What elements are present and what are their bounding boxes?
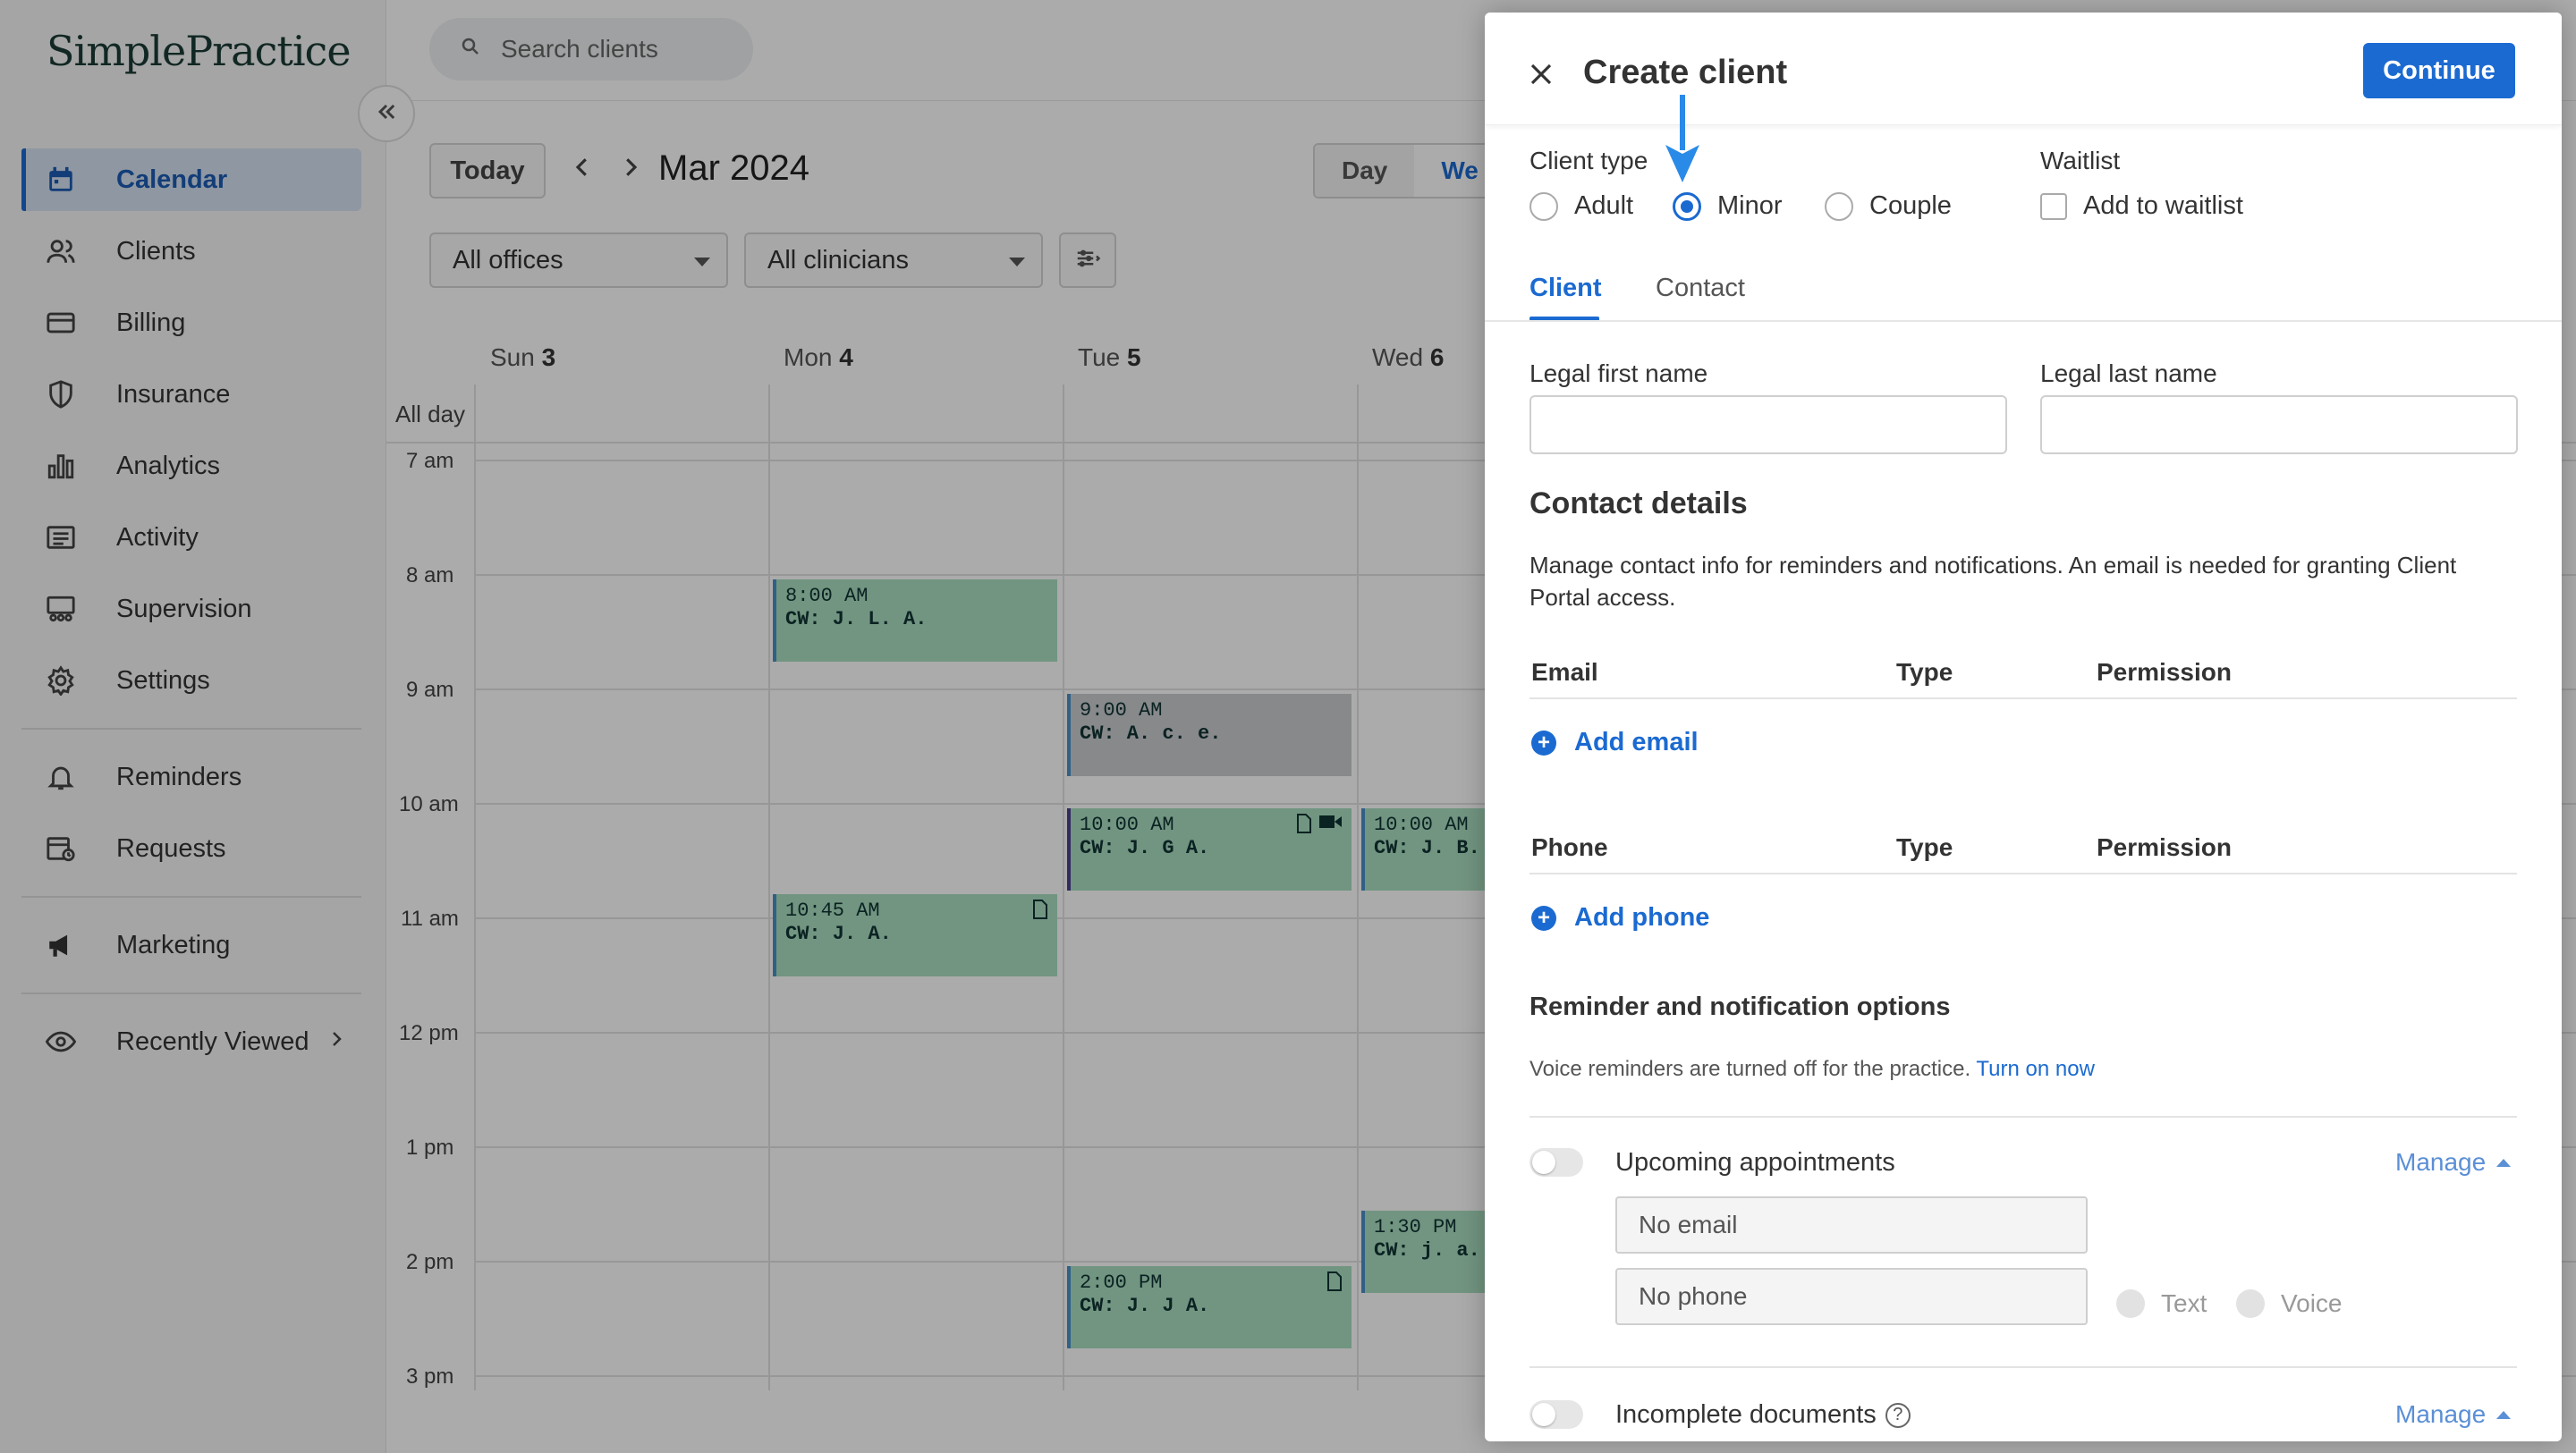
incomplete-documents-label: Incomplete documents bbox=[1615, 1400, 1877, 1429]
type-column-header: Type bbox=[1896, 658, 1953, 686]
radio-label: Couple bbox=[1869, 191, 1952, 220]
reminder-divider bbox=[1530, 1116, 2517, 1118]
tab-contact[interactable]: Contact bbox=[1656, 274, 1745, 303]
legal-last-name-field[interactable] bbox=[2040, 395, 2518, 454]
manage-label: Manage bbox=[2395, 1400, 2487, 1428]
reminder-voice-radio[interactable]: Voice bbox=[2236, 1289, 2343, 1318]
waitlist-label: Waitlist bbox=[2040, 147, 2121, 174]
caret-up-icon bbox=[2496, 1410, 2512, 1419]
turn-on-now-link[interactable]: Turn on now bbox=[1976, 1057, 2095, 1081]
legal-first-name-label: Legal first name bbox=[1530, 359, 1708, 387]
plus-circle-icon: + bbox=[1531, 905, 1556, 931]
radio-label: Text bbox=[2161, 1289, 2207, 1317]
upcoming-appointments-toggle[interactable] bbox=[1530, 1148, 1583, 1177]
radio-off-icon bbox=[1530, 191, 1558, 221]
tab-client[interactable]: Client bbox=[1530, 274, 1602, 303]
add-email-label: Add email bbox=[1574, 728, 1699, 756]
tabs-divider bbox=[1485, 320, 2562, 322]
description-line: Portal access. bbox=[1530, 584, 1676, 611]
manage-label: Manage bbox=[2395, 1148, 2487, 1176]
add-phone-button[interactable]: + Add phone bbox=[1531, 903, 1709, 933]
upcoming-appointments-label: Upcoming appointments bbox=[1615, 1148, 1895, 1177]
permission-column-header: Permission bbox=[2097, 833, 2232, 861]
plus-circle-icon: + bbox=[1531, 730, 1556, 756]
add-email-button[interactable]: + Add email bbox=[1531, 728, 1699, 757]
radio-label: Voice bbox=[2281, 1289, 2343, 1317]
add-to-waitlist-checkbox[interactable]: Add to waitlist bbox=[2040, 191, 2243, 221]
permission-column-header: Permission bbox=[2097, 658, 2232, 686]
legal-last-name-label: Legal last name bbox=[2040, 359, 2217, 387]
phone-header-divider bbox=[1530, 873, 2517, 874]
help-icon[interactable]: ? bbox=[1885, 1402, 1911, 1428]
drawer-header: Create client Continue bbox=[1485, 13, 2562, 125]
radio-disabled-icon bbox=[2236, 1289, 2265, 1318]
radio-label: Minor bbox=[1717, 191, 1783, 220]
description-line: Manage contact info for reminders and no… bbox=[1530, 552, 2457, 579]
caret-up-icon bbox=[2496, 1158, 2512, 1167]
radio-label: Adult bbox=[1574, 191, 1634, 220]
options-divider bbox=[1530, 1366, 2517, 1368]
email-column-header: Email bbox=[1531, 658, 1598, 686]
create-client-drawer: Create client Continue Client type Adult… bbox=[1485, 13, 2562, 1441]
incomplete-documents-toggle[interactable] bbox=[1530, 1400, 1583, 1429]
arrow-down-icon bbox=[1664, 95, 1701, 189]
add-phone-label: Add phone bbox=[1574, 903, 1710, 932]
drawer-title: Create client bbox=[1583, 54, 1788, 91]
reminder-email-field[interactable]: No email bbox=[1615, 1196, 2088, 1254]
client-type-couple-radio[interactable]: Couple bbox=[1825, 191, 1952, 221]
voice-note-text: Voice reminders are turned off for the p… bbox=[1530, 1057, 1971, 1081]
radio-disabled-icon bbox=[2116, 1289, 2145, 1318]
legal-first-name-field[interactable] bbox=[1530, 395, 2007, 454]
checkbox-icon bbox=[2040, 192, 2067, 220]
email-header-divider bbox=[1530, 697, 2517, 699]
incomplete-documents-row: Incomplete documents ? bbox=[1615, 1400, 1911, 1430]
client-type-label: Client type bbox=[1530, 147, 1648, 174]
reminder-options-title: Reminder and notification options bbox=[1530, 993, 1951, 1021]
checkbox-label: Add to waitlist bbox=[2083, 191, 2243, 220]
contact-details-description: Manage contact info for reminders and no… bbox=[1530, 549, 2531, 613]
app-root: SimplePractice Calendar Clients Billing bbox=[0, 0, 2576, 1453]
voice-reminder-note: Voice reminders are turned off for the p… bbox=[1530, 1057, 2095, 1082]
reminder-phone-field[interactable]: No phone bbox=[1615, 1268, 2088, 1325]
radio-off-icon bbox=[1825, 191, 1853, 221]
type-column-header: Type bbox=[1896, 833, 1953, 861]
client-type-adult-radio[interactable]: Adult bbox=[1530, 191, 1633, 221]
continue-button[interactable]: Continue bbox=[2363, 43, 2515, 98]
phone-column-header: Phone bbox=[1531, 833, 1608, 861]
reminder-text-radio[interactable]: Text bbox=[2116, 1289, 2207, 1318]
manage-upcoming-button[interactable]: Manage bbox=[2395, 1148, 2512, 1177]
radio-on-icon bbox=[1673, 191, 1701, 221]
close-icon[interactable] bbox=[1524, 57, 1558, 91]
contact-details-title: Contact details bbox=[1530, 486, 1748, 520]
manage-incomplete-button[interactable]: Manage bbox=[2395, 1400, 2512, 1429]
client-type-minor-radio[interactable]: Minor bbox=[1673, 191, 1783, 221]
